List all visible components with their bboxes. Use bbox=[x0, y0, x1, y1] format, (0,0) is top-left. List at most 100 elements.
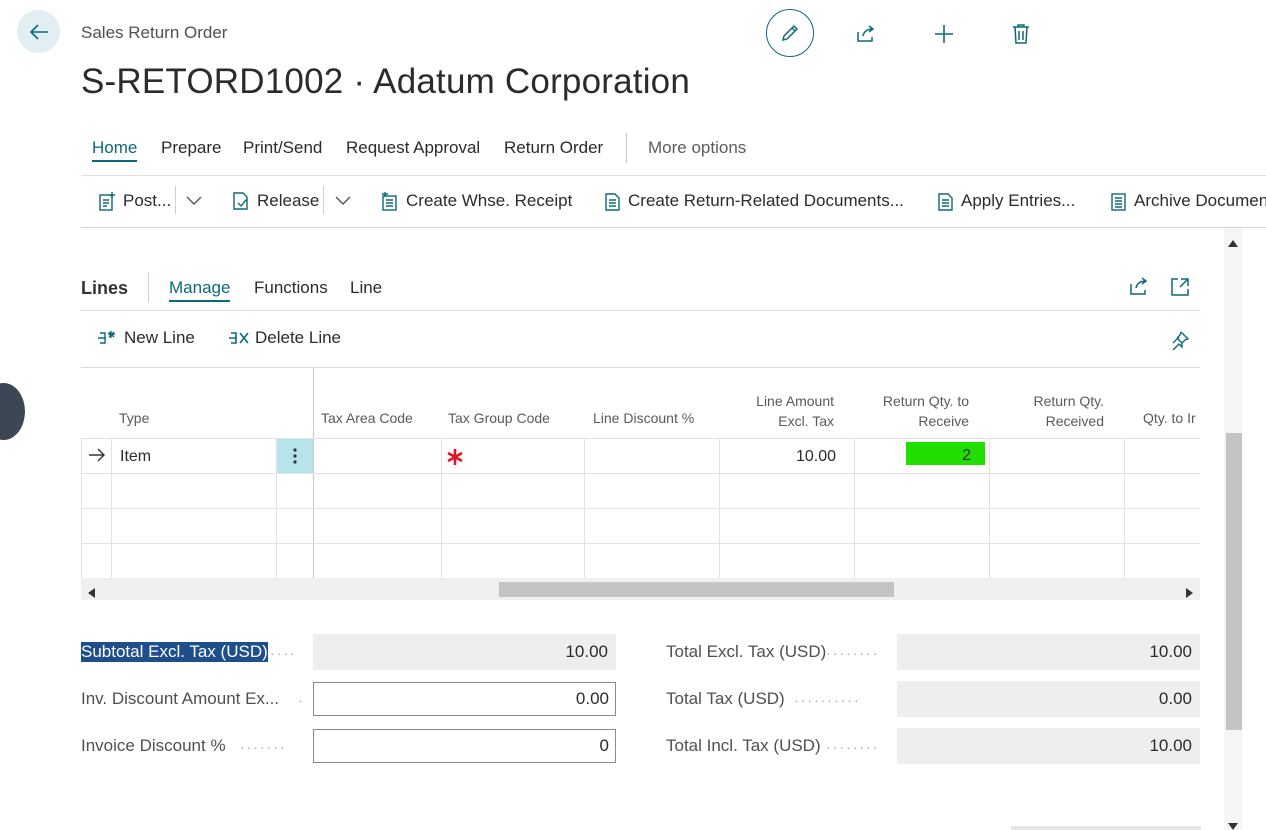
scroll-right-arrow[interactable] bbox=[1186, 585, 1193, 603]
more-vertical-icon bbox=[293, 448, 297, 464]
plus-icon bbox=[935, 25, 953, 43]
divider bbox=[81, 310, 1200, 311]
leader-dots: ···· bbox=[270, 645, 297, 661]
page-title: S-RETORD1002 · Adatum Corporation bbox=[81, 62, 690, 101]
share-button[interactable] bbox=[846, 14, 886, 54]
divider bbox=[323, 186, 324, 214]
col-header-return-qty-to-receive-line1: Return Qty. to bbox=[882, 393, 969, 409]
post-button[interactable]: Post... bbox=[98, 188, 171, 214]
new-line-label: New Line bbox=[124, 328, 195, 347]
divider bbox=[81, 473, 1200, 474]
edit-button[interactable] bbox=[766, 9, 814, 57]
page-type: Sales Return Order bbox=[81, 23, 228, 42]
col-header-line-amount[interactable]: Line Amount Excl. Tax bbox=[721, 391, 834, 431]
invoice-discount-pct-input[interactable]: 0 bbox=[313, 729, 616, 763]
trash-icon bbox=[1013, 24, 1029, 44]
total-incl-tax-value: 10.00 bbox=[897, 728, 1200, 764]
scroll-up-arrow[interactable] bbox=[1228, 234, 1238, 252]
col-header-line-amount-line2: Excl. Tax bbox=[778, 413, 834, 429]
delete-button[interactable] bbox=[1001, 14, 1041, 54]
side-panel-toggle[interactable] bbox=[0, 383, 25, 440]
create-whse-receipt-label: Create Whse. Receipt bbox=[406, 191, 573, 210]
divider bbox=[584, 438, 585, 578]
lines-tab-manage[interactable]: Manage bbox=[169, 278, 231, 302]
release-label: Release bbox=[257, 191, 320, 210]
lines-title: Lines bbox=[81, 278, 129, 298]
post-label: Post... bbox=[123, 191, 172, 210]
current-row-indicator bbox=[88, 447, 106, 468]
share-icon bbox=[857, 25, 875, 42]
col-header-type[interactable]: Type bbox=[119, 408, 149, 428]
lines-tab-line[interactable]: Line bbox=[350, 278, 382, 298]
post-icon bbox=[99, 192, 115, 211]
col-header-return-qty-to-receive[interactable]: Return Qty. to Receive bbox=[856, 391, 969, 431]
vertical-scroll-thumb[interactable] bbox=[1226, 433, 1242, 730]
tab-prepare[interactable]: Prepare bbox=[161, 138, 221, 158]
delete-line-button[interactable]: Delete Line bbox=[228, 328, 341, 348]
col-header-return-qty-received[interactable]: Return Qty. Received bbox=[991, 391, 1104, 431]
total-excl-tax-label: Total Excl. Tax (USD) bbox=[666, 642, 827, 661]
subtotal-value: 10.00 bbox=[313, 634, 616, 670]
inv-discount-amount-input[interactable]: 0.00 bbox=[313, 682, 616, 716]
col-header-tax-group[interactable]: Tax Group Code bbox=[448, 408, 550, 428]
pin-icon bbox=[1172, 331, 1190, 351]
chevron-down-icon bbox=[335, 196, 351, 205]
warehouse-receipt-icon bbox=[382, 192, 397, 211]
pin-button[interactable] bbox=[1170, 330, 1190, 355]
leader-dots: · bbox=[298, 692, 305, 708]
create-whse-receipt-button[interactable]: Create Whse. Receipt bbox=[380, 188, 572, 214]
chevron-down-icon bbox=[186, 196, 202, 205]
scroll-down-arrow[interactable] bbox=[1228, 817, 1238, 830]
expand-icon bbox=[1171, 278, 1189, 296]
line-amount-cell[interactable]: 10.00 bbox=[721, 448, 836, 466]
return-qty-to-receive-cell[interactable]: 2 bbox=[906, 442, 985, 465]
release-button[interactable]: Release bbox=[232, 188, 319, 214]
lines-grid: Type Tax Area Code Tax Group Code Line D… bbox=[81, 367, 1200, 578]
required-field-marker bbox=[446, 448, 464, 471]
apply-entries-button[interactable]: Apply Entries... bbox=[936, 188, 1075, 214]
post-dropdown-button[interactable] bbox=[186, 188, 208, 214]
more-options-button[interactable]: More options bbox=[648, 138, 746, 158]
tab-return-order[interactable]: Return Order bbox=[504, 138, 603, 158]
create-return-related-docs-button[interactable]: Create Return-Related Documents... bbox=[603, 188, 904, 214]
delete-line-label: Delete Line bbox=[255, 328, 342, 347]
type-cell[interactable]: Item bbox=[120, 448, 151, 466]
new-line-button[interactable]: New Line bbox=[97, 328, 195, 348]
apply-entries-icon bbox=[938, 193, 953, 211]
tab-request-approval[interactable]: Request Approval bbox=[346, 138, 480, 158]
release-dropdown-button[interactable] bbox=[335, 188, 357, 214]
divider bbox=[175, 186, 176, 214]
asterisk-icon bbox=[447, 449, 463, 465]
divider bbox=[719, 438, 720, 578]
col-header-qty-to-invoice[interactable]: Qty. to Ir bbox=[1143, 408, 1196, 428]
divider bbox=[111, 438, 112, 578]
triangle-left-icon bbox=[88, 588, 95, 598]
divider bbox=[1124, 438, 1125, 578]
arrow-left-icon bbox=[29, 23, 48, 40]
lines-share-button[interactable] bbox=[1128, 276, 1150, 301]
new-button[interactable] bbox=[924, 14, 964, 54]
archive-document-button[interactable]: Archive Documen bbox=[1109, 188, 1266, 214]
leader-dots: ········ bbox=[826, 739, 880, 755]
lines-tab-functions[interactable]: Functions bbox=[254, 278, 328, 298]
divider bbox=[1011, 826, 1201, 830]
row-actions-button[interactable] bbox=[277, 439, 313, 473]
total-tax-value: 0.00 bbox=[897, 681, 1200, 717]
apply-entries-label: Apply Entries... bbox=[961, 191, 1076, 210]
leader-dots: ······· bbox=[240, 739, 287, 755]
tab-home[interactable]: Home bbox=[92, 138, 138, 162]
triangle-up-icon bbox=[1228, 240, 1238, 247]
tab-print-send[interactable]: Print/Send bbox=[243, 138, 322, 158]
lines-expand-button[interactable] bbox=[1170, 277, 1190, 302]
horizontal-scroll-thumb[interactable] bbox=[499, 582, 894, 597]
back-button[interactable] bbox=[17, 10, 60, 53]
col-header-return-qty-to-receive-line2: Receive bbox=[918, 413, 969, 429]
divider bbox=[148, 272, 149, 302]
col-header-return-qty-received-line2: Received bbox=[1045, 413, 1104, 429]
share-icon bbox=[1130, 277, 1148, 295]
col-header-tax-area[interactable]: Tax Area Code bbox=[321, 408, 413, 428]
create-return-related-docs-label: Create Return-Related Documents... bbox=[628, 191, 904, 210]
scroll-left-arrow[interactable] bbox=[88, 585, 95, 603]
col-header-line-amount-line1: Line Amount bbox=[756, 393, 834, 409]
col-header-line-discount[interactable]: Line Discount % bbox=[593, 408, 694, 428]
